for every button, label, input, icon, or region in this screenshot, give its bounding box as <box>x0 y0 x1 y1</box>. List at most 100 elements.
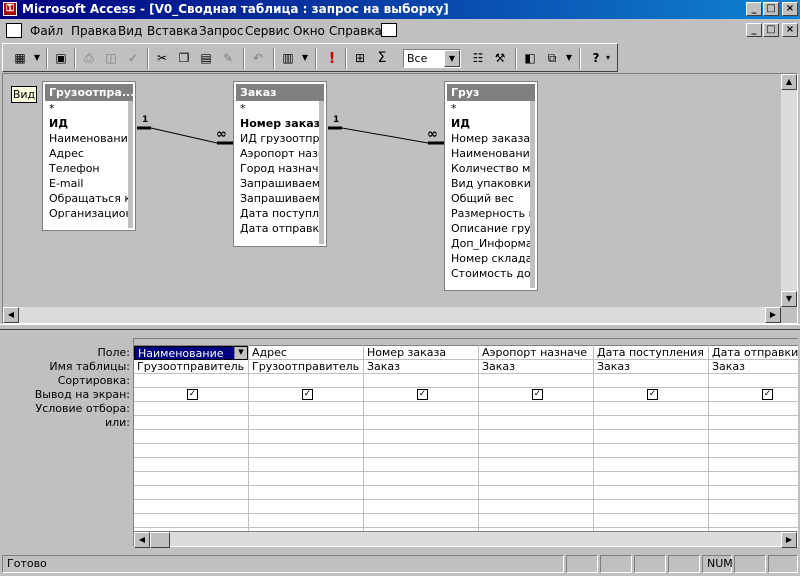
field-item[interactable]: Общий вес <box>447 191 535 206</box>
grid-column[interactable]: Дата поступления Заказ ✓ <box>594 339 709 538</box>
empty-cell[interactable] <box>709 486 798 500</box>
criteria-cell[interactable] <box>134 402 248 416</box>
table-cell[interactable]: Заказ <box>479 360 593 374</box>
show-cell[interactable]: ✓ <box>364 388 478 402</box>
grid-scroll-left-icon[interactable]: ◀ <box>134 532 150 548</box>
table-cell[interactable]: Грузоотправитель <box>249 360 363 374</box>
empty-cell[interactable] <box>479 514 593 528</box>
print-icon[interactable]: ⎙ <box>78 48 100 69</box>
field-item[interactable]: Запрашиваемый <box>236 191 324 206</box>
field-cell[interactable]: Дата отправки <box>709 346 798 360</box>
column-selector[interactable] <box>134 339 248 346</box>
show-cell[interactable]: ✓ <box>134 388 248 402</box>
sort-cell[interactable] <box>709 374 798 388</box>
new-object-icon[interactable]: ⧉ <box>541 48 563 69</box>
empty-cell[interactable] <box>594 444 708 458</box>
menu-help[interactable]: Справка <box>329 24 382 38</box>
field-cell[interactable]: Номер заказа <box>364 346 478 360</box>
grid-scroll-thumb[interactable] <box>150 532 170 548</box>
field-scrollbar[interactable] <box>128 101 133 228</box>
empty-cell[interactable] <box>249 430 363 444</box>
criteria-cell[interactable] <box>709 402 798 416</box>
doc-close-button[interactable]: × <box>782 23 798 37</box>
show-cell[interactable]: ✓ <box>594 388 708 402</box>
field-item[interactable]: Описание груза <box>447 221 535 236</box>
sort-cell[interactable] <box>594 374 708 388</box>
field-item[interactable]: Телефон <box>45 161 133 176</box>
field-item[interactable]: Номер склада <box>447 251 535 266</box>
empty-cell[interactable] <box>594 430 708 444</box>
grid-scroll-right-icon[interactable]: ▶ <box>781 532 797 548</box>
scroll-right-icon[interactable]: ▶ <box>765 307 781 323</box>
scroll-left-icon[interactable]: ◀ <box>3 307 19 323</box>
empty-cell[interactable] <box>134 444 248 458</box>
or-cell[interactable] <box>249 416 363 430</box>
or-cell[interactable] <box>364 416 478 430</box>
empty-cell[interactable] <box>249 444 363 458</box>
field-item[interactable]: ИД <box>45 116 133 131</box>
empty-cell[interactable] <box>134 514 248 528</box>
sort-cell[interactable] <box>364 374 478 388</box>
menu-tools[interactable]: Сервис <box>245 24 290 38</box>
field-item[interactable]: Дата отправки <box>236 221 324 236</box>
pane-splitter[interactable] <box>0 324 800 330</box>
empty-cell[interactable] <box>364 486 478 500</box>
field-item[interactable]: Дата поступлен <box>236 206 324 221</box>
field-cell-active[interactable]: Наименование ▼ <box>134 346 248 360</box>
undo-icon[interactable]: ↶ <box>247 48 269 69</box>
document-icon[interactable] <box>6 23 22 38</box>
sort-cell[interactable] <box>249 374 363 388</box>
empty-cell[interactable] <box>364 500 478 514</box>
column-selector[interactable] <box>479 339 593 346</box>
show-checkbox[interactable]: ✓ <box>532 389 543 400</box>
doc-restore-button[interactable]: □ <box>763 23 779 37</box>
field-item[interactable]: ИД грузоотправ <box>236 131 324 146</box>
query-type-dropdown-icon[interactable]: ▼ <box>299 48 311 69</box>
empty-cell[interactable] <box>479 444 593 458</box>
query-type-icon[interactable]: ▥ <box>277 48 299 69</box>
empty-cell[interactable] <box>249 472 363 486</box>
field-item[interactable]: Адрес <box>45 146 133 161</box>
build-icon[interactable]: ⚒ <box>489 48 511 69</box>
empty-cell[interactable] <box>594 500 708 514</box>
field-item[interactable]: Наименование <box>45 131 133 146</box>
empty-cell[interactable] <box>249 458 363 472</box>
view-grid-icon[interactable]: ▦ <box>9 48 31 69</box>
empty-cell[interactable] <box>364 444 478 458</box>
toolbar-options-icon[interactable]: ▾ <box>603 48 613 69</box>
empty-cell[interactable] <box>364 514 478 528</box>
table-cell[interactable]: Заказ <box>364 360 478 374</box>
empty-cell[interactable] <box>479 430 593 444</box>
table-pane-hscroll[interactable]: ◀ ▶ <box>3 307 781 323</box>
column-selector[interactable] <box>249 339 363 346</box>
table-title[interactable]: Заказ <box>236 84 324 101</box>
empty-cell[interactable] <box>709 444 798 458</box>
empty-cell[interactable] <box>134 458 248 472</box>
empty-cell[interactable] <box>249 514 363 528</box>
empty-cell[interactable] <box>364 458 478 472</box>
field-scrollbar[interactable] <box>530 101 535 288</box>
table-cell[interactable]: Заказ <box>709 360 798 374</box>
empty-cell[interactable] <box>364 472 478 486</box>
scroll-down-icon[interactable]: ▼ <box>781 291 797 307</box>
table-cell[interactable]: Заказ <box>594 360 708 374</box>
criteria-cell[interactable] <box>479 402 593 416</box>
empty-cell[interactable] <box>709 500 798 514</box>
empty-cell[interactable] <box>709 514 798 528</box>
title-bar[interactable]: ⚿ Microsoft Access - [V0_Сводная таблица… <box>0 0 800 19</box>
grid-column[interactable]: Дата отправки Заказ ✓ <box>709 339 798 538</box>
empty-cell[interactable] <box>594 458 708 472</box>
empty-cell[interactable] <box>479 500 593 514</box>
field-cell[interactable]: Адрес <box>249 346 363 360</box>
field-scrollbar[interactable] <box>319 101 324 244</box>
field-item[interactable]: Город назначени <box>236 161 324 176</box>
empty-cell[interactable] <box>479 486 593 500</box>
menu-window[interactable]: Окно <box>293 24 325 38</box>
field-item[interactable]: Вид упаковки <box>447 176 535 191</box>
table-box-zakaz[interactable]: Заказ * Номер заказа ИД грузоотправ Аэро… <box>233 81 327 247</box>
grid-column[interactable]: Номер заказа Заказ ✓ <box>364 339 479 538</box>
field-item[interactable]: * <box>447 101 535 116</box>
field-item[interactable]: Количество мест <box>447 161 535 176</box>
empty-cell[interactable] <box>134 472 248 486</box>
table-title[interactable]: Грузоотпра... <box>45 84 133 101</box>
